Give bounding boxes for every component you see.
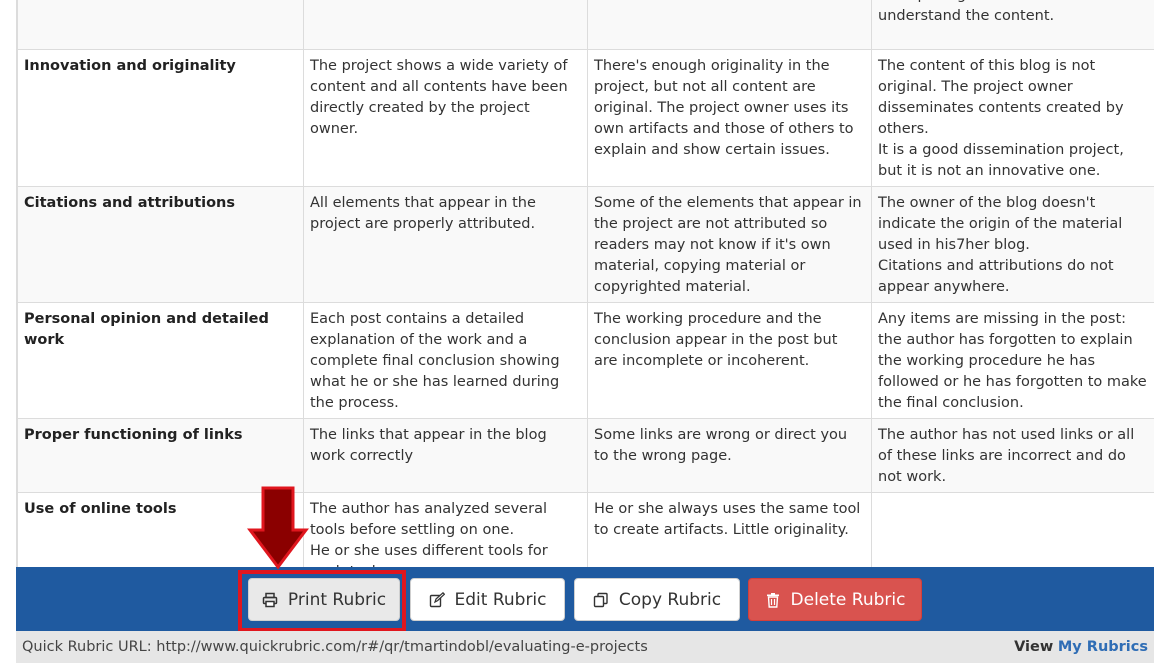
rubric-table: and spelling errors make difficult to un… bbox=[17, 0, 1154, 567]
trash-icon bbox=[765, 592, 781, 608]
printer-icon bbox=[262, 592, 278, 608]
edit-icon bbox=[429, 591, 445, 608]
view-label: View bbox=[1014, 639, 1054, 655]
rubric-cell: There's enough originality in the projec… bbox=[587, 49, 872, 187]
rubric-cell: The working procedure and the conclusion… bbox=[587, 302, 872, 419]
delete-rubric-label: Delete Rubric bbox=[790, 589, 906, 610]
view-my-rubrics: View My Rubrics bbox=[1014, 639, 1148, 655]
table-row: Use of online tools The author has analy… bbox=[17, 492, 1154, 567]
delete-rubric-button[interactable]: Delete Rubric bbox=[748, 578, 922, 621]
criterion-cell bbox=[17, 0, 304, 50]
rubric-cell: The links that appear in the blog work c… bbox=[303, 418, 588, 493]
criterion-cell: Innovation and originality bbox=[17, 49, 304, 187]
criterion-cell: Proper functioning of links bbox=[17, 418, 304, 493]
edit-rubric-button[interactable]: Edit Rubric bbox=[410, 578, 565, 621]
copy-icon bbox=[593, 592, 609, 608]
criterion-cell: Use of online tools bbox=[17, 492, 304, 567]
quick-rubric-url: Quick Rubric URL: http://www.quickrubric… bbox=[22, 639, 648, 655]
my-rubrics-link[interactable]: My Rubrics bbox=[1058, 639, 1148, 655]
print-rubric-label: Print Rubric bbox=[287, 589, 387, 610]
rubric-cell: The project shows a wide variety of cont… bbox=[303, 49, 588, 187]
rubric-cell bbox=[587, 0, 872, 50]
print-rubric-button[interactable]: Print Rubric bbox=[248, 578, 400, 621]
rubric-cell: All elements that appear in the project … bbox=[303, 186, 588, 303]
rubric-table-container: and spelling errors make difficult to un… bbox=[16, 0, 1154, 567]
rubric-cell: Each post contains a detailed explanatio… bbox=[303, 302, 588, 419]
criterion-cell: Citations and attributions bbox=[17, 186, 304, 303]
rubric-cell: Some of the elements that appear in the … bbox=[587, 186, 872, 303]
rubric-cell: The author has not used links or all of … bbox=[871, 418, 1154, 493]
rubric-cell: Any items are missing in the post: the a… bbox=[871, 302, 1154, 419]
table-row: Proper functioning of links The links th… bbox=[17, 418, 1154, 493]
rubric-cell: The content of this blog is not original… bbox=[871, 49, 1154, 187]
rubric-cell: He or she always uses the same tool to c… bbox=[587, 492, 872, 567]
rubric-footer: Quick Rubric URL: http://www.quickrubric… bbox=[16, 631, 1154, 663]
edit-rubric-label: Edit Rubric bbox=[454, 589, 547, 610]
copy-rubric-label: Copy Rubric bbox=[618, 589, 722, 610]
table-row: Citations and attributions All elements … bbox=[17, 186, 1154, 303]
rubric-cell: The owner of the blog doesn't indicate t… bbox=[871, 186, 1154, 303]
rubric-cell bbox=[303, 0, 588, 50]
rubric-actions-toolbar: Print Rubric Edit Rubric Copy Rubric Del… bbox=[16, 567, 1154, 631]
table-row: Personal opinion and detailed work Each … bbox=[17, 302, 1154, 419]
rubric-cell: Some links are wrong or direct you to th… bbox=[587, 418, 872, 493]
table-row: Innovation and originality The project s… bbox=[17, 49, 1154, 187]
criterion-cell: Personal opinion and detailed work bbox=[17, 302, 304, 419]
rubric-cell: and spelling errors make difficult to un… bbox=[871, 0, 1154, 50]
table-row: and spelling errors make difficult to un… bbox=[17, 0, 1154, 50]
rubric-cell: The author has analyzed several tools be… bbox=[303, 492, 588, 567]
copy-rubric-button[interactable]: Copy Rubric bbox=[574, 578, 740, 621]
rubric-cell bbox=[871, 492, 1154, 567]
